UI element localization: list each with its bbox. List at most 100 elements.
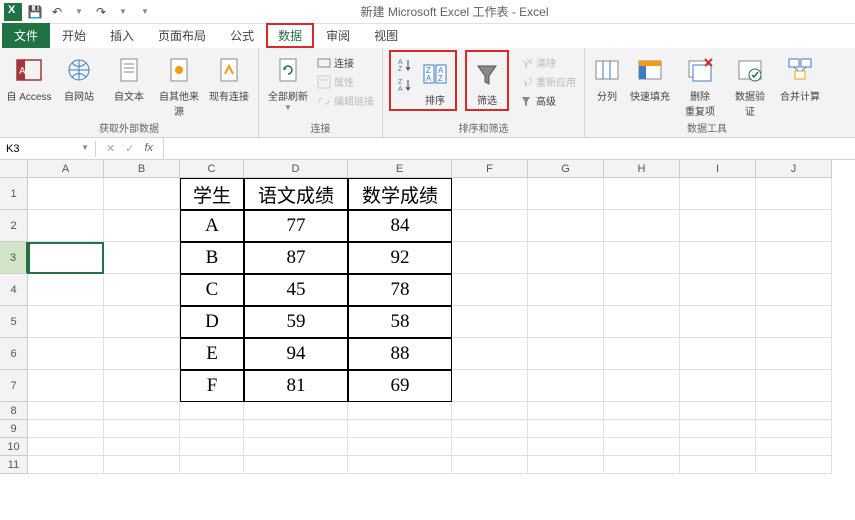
cell[interactable]: [180, 438, 244, 456]
sort-asc-button[interactable]: AZ: [395, 56, 415, 74]
row-header-9[interactable]: 9: [0, 420, 28, 438]
cell[interactable]: [680, 338, 756, 370]
properties-button[interactable]: 属性: [315, 73, 376, 90]
cell[interactable]: [680, 402, 756, 420]
cell[interactable]: [244, 402, 348, 420]
cell[interactable]: [244, 420, 348, 438]
cell[interactable]: [528, 420, 604, 438]
advanced-button[interactable]: 高级: [517, 92, 578, 109]
cell[interactable]: 94: [244, 338, 348, 370]
cell[interactable]: [244, 456, 348, 474]
cell[interactable]: [452, 370, 528, 402]
row-header-1[interactable]: 1: [0, 178, 28, 210]
fx-icon[interactable]: fx: [144, 142, 153, 155]
cell[interactable]: [528, 370, 604, 402]
from-text-button[interactable]: 自文本: [106, 50, 152, 103]
col-header-D[interactable]: D: [244, 160, 348, 178]
cell[interactable]: [756, 370, 832, 402]
reapply-button[interactable]: 重新应用: [517, 73, 578, 90]
col-header-G[interactable]: G: [528, 160, 604, 178]
row-header-6[interactable]: 6: [0, 338, 28, 370]
cell[interactable]: [104, 242, 180, 274]
cell[interactable]: [604, 306, 680, 338]
cell[interactable]: [604, 242, 680, 274]
cancel-icon[interactable]: ✕: [106, 142, 115, 155]
cell[interactable]: 59: [244, 306, 348, 338]
text-to-columns-button[interactable]: 分列: [591, 50, 623, 103]
save-button[interactable]: 💾: [26, 3, 44, 21]
cell[interactable]: [348, 456, 452, 474]
consolidate-button[interactable]: 合并计算: [777, 50, 823, 103]
cell[interactable]: [756, 210, 832, 242]
cell[interactable]: [452, 306, 528, 338]
row-header-2[interactable]: 2: [0, 210, 28, 242]
cell[interactable]: [104, 420, 180, 438]
tab-home[interactable]: 开始: [50, 23, 98, 48]
row-header-11[interactable]: 11: [0, 456, 28, 474]
cell[interactable]: [756, 338, 832, 370]
cell[interactable]: [452, 242, 528, 274]
cell[interactable]: 78: [348, 274, 452, 306]
tab-data[interactable]: 数据: [266, 23, 314, 48]
tab-review[interactable]: 审阅: [314, 23, 362, 48]
cell[interactable]: [28, 338, 104, 370]
cell[interactable]: [28, 420, 104, 438]
filter-button[interactable]: 筛选: [469, 54, 505, 107]
cell[interactable]: [604, 420, 680, 438]
cell[interactable]: [452, 438, 528, 456]
cell[interactable]: F: [180, 370, 244, 402]
cell[interactable]: [756, 306, 832, 338]
tab-view[interactable]: 视图: [362, 23, 410, 48]
undo-dropdown[interactable]: ▼: [70, 3, 88, 21]
name-box[interactable]: K3 ▼: [0, 141, 96, 157]
cell[interactable]: [528, 274, 604, 306]
undo-button[interactable]: ↶: [48, 3, 66, 21]
cell[interactable]: [604, 456, 680, 474]
flash-fill-button[interactable]: 快速填充: [627, 50, 673, 103]
cell[interactable]: [104, 402, 180, 420]
cell[interactable]: [528, 338, 604, 370]
cell[interactable]: [680, 370, 756, 402]
redo-dropdown[interactable]: ▼: [114, 3, 132, 21]
cell[interactable]: [604, 370, 680, 402]
edit-links-button[interactable]: 编辑链接: [315, 92, 376, 109]
cell[interactable]: [452, 456, 528, 474]
cell[interactable]: [104, 178, 180, 210]
row-header-4[interactable]: 4: [0, 274, 28, 306]
cell[interactable]: [452, 420, 528, 438]
cell[interactable]: 学生: [180, 178, 244, 210]
cell[interactable]: 88: [348, 338, 452, 370]
tab-file[interactable]: 文件: [2, 23, 50, 48]
cell[interactable]: [452, 178, 528, 210]
cell[interactable]: [28, 456, 104, 474]
cell[interactable]: [680, 306, 756, 338]
cell[interactable]: [104, 438, 180, 456]
cell[interactable]: [28, 402, 104, 420]
cell[interactable]: [528, 306, 604, 338]
tab-formula[interactable]: 公式: [218, 23, 266, 48]
cell[interactable]: [680, 456, 756, 474]
cell[interactable]: [28, 178, 104, 210]
cell[interactable]: [528, 178, 604, 210]
cell[interactable]: [528, 242, 604, 274]
col-header-E[interactable]: E: [348, 160, 452, 178]
cell[interactable]: [452, 338, 528, 370]
cell[interactable]: 81: [244, 370, 348, 402]
select-all-corner[interactable]: [0, 160, 28, 178]
cell[interactable]: 77: [244, 210, 348, 242]
from-access-button[interactable]: A 自 Access: [6, 50, 52, 103]
col-header-H[interactable]: H: [604, 160, 680, 178]
cell[interactable]: 语文成绩: [244, 178, 348, 210]
cell[interactable]: [104, 338, 180, 370]
cell[interactable]: [348, 420, 452, 438]
cell[interactable]: [528, 456, 604, 474]
cell[interactable]: [604, 178, 680, 210]
cell[interactable]: [680, 242, 756, 274]
cell[interactable]: [28, 210, 104, 242]
cell[interactable]: [104, 306, 180, 338]
from-web-button[interactable]: 自网站: [56, 50, 102, 103]
cell[interactable]: 数学成绩: [348, 178, 452, 210]
cell[interactable]: [680, 274, 756, 306]
row-header-5[interactable]: 5: [0, 306, 28, 338]
cell[interactable]: [680, 438, 756, 456]
